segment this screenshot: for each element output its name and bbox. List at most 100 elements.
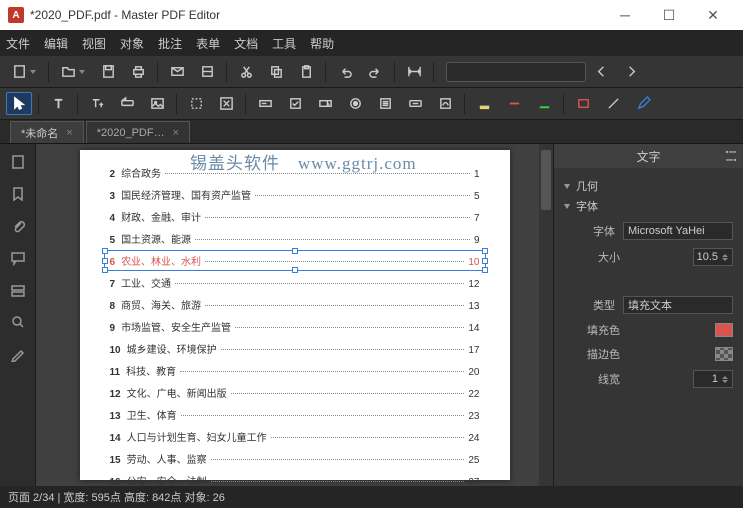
titlebar: A *2020_PDF.pdf - Master PDF Editor ─ ☐ … [0,0,743,30]
fit-tool[interactable] [213,92,239,115]
section-geometry[interactable]: 几何 [564,178,733,194]
toc-row[interactable]: 10城乡建设、环境保护17 [110,341,480,356]
fields-button[interactable] [6,278,30,302]
open-button[interactable] [55,60,91,83]
search-input[interactable] [455,66,597,78]
close-tab-icon[interactable]: × [66,127,72,139]
tab-document[interactable]: *2020_PDF…× [86,121,190,143]
image-tool[interactable] [144,92,170,115]
paste-button[interactable] [293,60,319,83]
form-radio-tool[interactable] [342,92,368,115]
menu-edit[interactable]: 编辑 [44,35,68,52]
scan-button[interactable] [194,60,220,83]
linewidth-input[interactable]: 1 [693,370,733,388]
panel-toggle-icon[interactable] [725,149,737,163]
select-rect-tool[interactable] [183,92,209,115]
workarea: 2综合政务1 3国民经济管理、国有资产监管5 4财政、金融、审计7 5国土资源、能源9… [0,144,743,486]
pointer-tool[interactable] [6,92,32,115]
close-button[interactable]: ✕ [691,0,735,30]
properties-panel: 文字 几何 字体 字体 大小 10.5 类型 填充色 [553,144,743,486]
size-input[interactable]: 10.5 [693,248,733,266]
toc-row[interactable]: 14人口与计划生育、妇女儿童工作24 [110,429,480,444]
toc-row[interactable]: 3国民经济管理、国有资产监管5 [110,187,480,202]
minimize-button[interactable]: ─ [603,0,647,30]
linewidth-label: 线宽 [580,371,620,387]
side-toolbar [0,144,36,486]
stroke-color-swatch[interactable] [715,347,733,361]
toc-row[interactable]: 4财政、金融、审计7 [110,209,480,224]
toc-row[interactable]: 6农业、林业、水利10 [110,253,480,268]
fit-width-button[interactable] [401,60,427,83]
toc-row[interactable]: 8商贸、海关、旅游13 [110,297,480,312]
menu-object[interactable]: 对象 [120,35,144,52]
tab-unnamed[interactable]: *未命名× [10,121,84,143]
attachments-button[interactable] [6,214,30,238]
form-list-tool[interactable] [372,92,398,115]
close-tab-icon[interactable]: × [173,127,179,139]
form-combo-tool[interactable] [312,92,338,115]
toc-row[interactable]: 13卫生、体育23 [110,407,480,422]
toc-row[interactable]: 12文化、广电、新闻出版22 [110,385,480,400]
vertical-scrollbar[interactable] [539,144,553,486]
main-toolbar [0,56,743,88]
font-label: 字体 [580,223,615,239]
toc-row[interactable]: 5国土资源、能源9 [110,231,480,246]
print-button[interactable] [125,60,151,83]
document-area[interactable]: 2综合政务1 3国民经济管理、国有资产监管5 4财政、金融、审计7 5国土资源、能源9… [36,144,553,486]
toc-row[interactable]: 11科技、教育20 [110,363,480,378]
fill-color-swatch[interactable] [715,323,733,337]
undo-button[interactable] [332,60,358,83]
text-tool[interactable] [45,92,71,115]
toc-row[interactable]: 16公安、安全、法制27 [110,473,480,486]
maximize-button[interactable]: ☐ [647,0,691,30]
status-text: 页面 2/34 | 宽度: 595点 高度: 842点 对象: 26 [8,489,225,505]
rect-annot-tool[interactable] [570,92,596,115]
comments-button[interactable] [6,246,30,270]
menu-view[interactable]: 视图 [82,35,106,52]
search-box[interactable] [446,62,586,82]
highlight-tool[interactable] [471,92,497,115]
copy-button[interactable] [263,60,289,83]
statusbar: 页面 2/34 | 宽度: 595点 高度: 842点 对象: 26 [0,486,743,508]
thumbnails-button[interactable] [6,150,30,174]
section-font[interactable]: 字体 [564,198,733,214]
menu-tool[interactable]: 工具 [272,35,296,52]
panel-header: 文字 [554,144,743,168]
type-input[interactable] [623,296,733,314]
menu-comment[interactable]: 批注 [158,35,182,52]
save-button[interactable] [95,60,121,83]
toc-row[interactable]: 15劳动、人事、监察25 [110,451,480,466]
link-tool[interactable] [114,92,140,115]
pencil-tool[interactable] [630,92,656,115]
font-input[interactable] [623,222,733,240]
form-button-tool[interactable] [402,92,428,115]
email-button[interactable] [164,60,190,83]
new-button[interactable] [6,60,42,83]
menu-form[interactable]: 表单 [196,35,220,52]
form-text-tool[interactable] [252,92,278,115]
search-panel-button[interactable] [6,310,30,334]
selection-box[interactable] [104,250,486,271]
menu-help[interactable]: 帮助 [310,35,334,52]
toc-row[interactable]: 7工业、交通12 [110,275,480,290]
addtext-tool[interactable] [84,92,110,115]
strikeout-tool[interactable] [501,92,527,115]
menu-document[interactable]: 文档 [234,35,258,52]
toc-row[interactable]: 2综合政务1 [110,165,480,180]
menubar: 文件 编辑 视图 对象 批注 表单 文档 工具 帮助 [0,30,743,56]
window-title: *2020_PDF.pdf - Master PDF Editor [30,8,603,22]
form-sign-tool[interactable] [432,92,458,115]
search-next-button[interactable] [618,60,644,83]
line-annot-tool[interactable] [600,92,626,115]
search-prev-button[interactable] [588,60,614,83]
cut-button[interactable] [233,60,259,83]
redo-button[interactable] [362,60,388,83]
bookmarks-button[interactable] [6,182,30,206]
underline-tool[interactable] [531,92,557,115]
sign-panel-button[interactable] [6,342,30,366]
size-label: 大小 [580,249,620,265]
menu-file[interactable]: 文件 [6,35,30,52]
edit-toolbar [0,88,743,120]
toc-row[interactable]: 9市场监管、安全生产监管14 [110,319,480,334]
form-check-tool[interactable] [282,92,308,115]
